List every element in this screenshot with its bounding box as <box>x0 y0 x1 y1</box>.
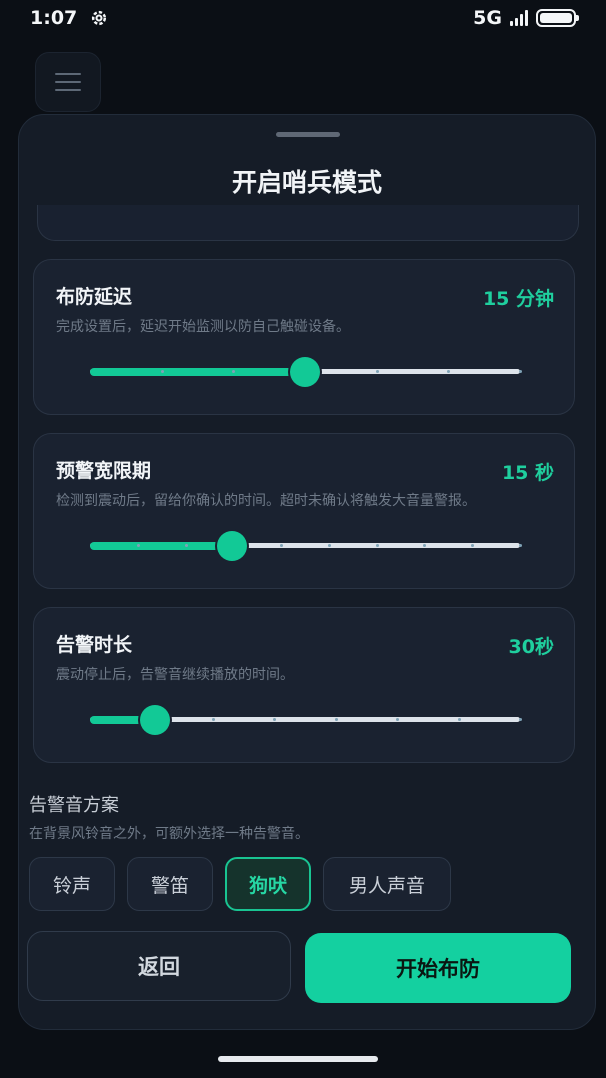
setting-title: 预警宽限期 <box>56 460 152 482</box>
slider-tick <box>327 544 331 547</box>
setting-description: 检测到震动后，留给你确认的时间。超时未确认将触发大音量警报。 <box>56 493 476 509</box>
grace-period-slider[interactable] <box>90 531 522 561</box>
slider-tick <box>375 370 379 373</box>
status-time: 1:07 <box>30 7 78 29</box>
home-indicator[interactable] <box>218 1056 378 1062</box>
slider-tick <box>334 718 338 721</box>
scrolled-card-edge <box>37 205 579 241</box>
slider-thumb[interactable] <box>290 357 320 387</box>
battery-icon <box>536 9 579 27</box>
alarm-option-dog-bark[interactable]: 狗吠 <box>225 857 311 911</box>
signal-icon <box>510 10 528 26</box>
setting-card-grace-period: 预警宽限期 15 秒 检测到震动后，留给你确认的时间。超时未确认将触发大音量警报… <box>33 433 575 589</box>
sheet-grabber[interactable] <box>276 132 340 137</box>
slider-tick <box>136 544 140 547</box>
sentry-mode-sheet: 开启哨兵模式 布防延迟 15 分钟 完成设置后，延迟开始监测以防自己触碰设备。 … <box>18 114 596 1030</box>
setting-card-alarm-duration: 告警时长 30秒 震动停止后，告警音继续播放的时间。 <box>33 607 575 763</box>
slider-fill <box>90 368 305 376</box>
slider-tick <box>519 718 522 721</box>
setting-title: 告警时长 <box>56 634 133 656</box>
alarm-sound-title: 告警音方案 <box>29 795 119 816</box>
slider-tick <box>184 544 188 547</box>
menu-button[interactable] <box>35 52 101 112</box>
sheet-title: 开启哨兵模式 <box>231 168 382 197</box>
setting-card-arm-delay: 布防延迟 15 分钟 完成设置后，延迟开始监测以防自己触碰设备。 <box>33 259 575 415</box>
setting-description: 完成设置后，延迟开始监测以防自己触碰设备。 <box>56 319 350 335</box>
back-button[interactable]: 返回 <box>27 931 291 1001</box>
slider-tick <box>519 544 522 547</box>
slider-thumb[interactable] <box>216 531 247 561</box>
slider-tick <box>457 718 461 721</box>
slider-tick <box>375 544 379 547</box>
status-right: 5G <box>473 7 579 29</box>
alarm-sound-description: 在背景风铃音之外，可额外选择一种告警音。 <box>29 826 309 842</box>
slider-tick <box>519 370 522 373</box>
setting-value: 15 分钟 <box>482 288 554 310</box>
setting-title: 布防延迟 <box>56 286 133 308</box>
hamburger-menu-icon <box>55 73 81 91</box>
slider-thumb[interactable] <box>139 705 170 735</box>
alarm-option-ringtone[interactable]: 铃声 <box>29 857 115 911</box>
alarm-option-siren[interactable]: 警笛 <box>127 857 213 911</box>
slider-tick <box>211 718 215 721</box>
setting-value: 30秒 <box>508 636 554 658</box>
arm-delay-slider[interactable] <box>90 357 522 387</box>
setting-description: 震动停止后，告警音继续播放的时间。 <box>56 667 294 683</box>
settings-gear-icon <box>92 10 107 26</box>
alarm-duration-slider[interactable] <box>90 705 522 735</box>
setting-value: 15 秒 <box>501 462 554 484</box>
slider-fill <box>90 542 232 550</box>
start-arming-button[interactable]: 开始布防 <box>305 933 571 1003</box>
status-left: 1:07 <box>30 7 109 29</box>
slider-tick <box>160 370 164 373</box>
network-label: 5G <box>473 7 502 29</box>
alarm-option-male-voice[interactable]: 男人声音 <box>323 857 451 911</box>
status-bar: 1:07 5G <box>0 0 606 36</box>
